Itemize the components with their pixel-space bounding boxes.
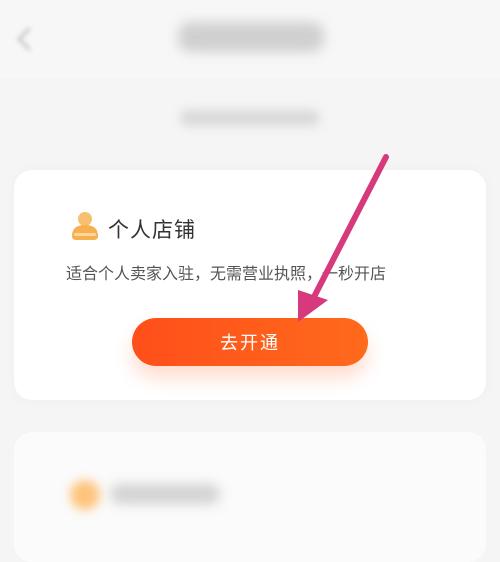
card2-title-blurred xyxy=(110,484,220,504)
personal-store-card: 个人店铺 适合个人卖家入驻，无需营业执照，一秒开店 去开通 xyxy=(14,170,486,400)
card-title: 个人店铺 xyxy=(108,218,196,242)
header-bar xyxy=(0,0,500,78)
subtitle-blurred xyxy=(180,110,320,126)
store-type-icon xyxy=(70,480,100,510)
open-store-button[interactable]: 去开通 xyxy=(132,318,368,366)
chevron-left-icon[interactable] xyxy=(12,26,38,52)
shop-owner-icon xyxy=(72,212,98,240)
card-description: 适合个人卖家入驻，无需营业执照，一秒开店 xyxy=(66,264,387,283)
page-title-blurred xyxy=(178,22,324,52)
second-store-card xyxy=(14,432,486,562)
